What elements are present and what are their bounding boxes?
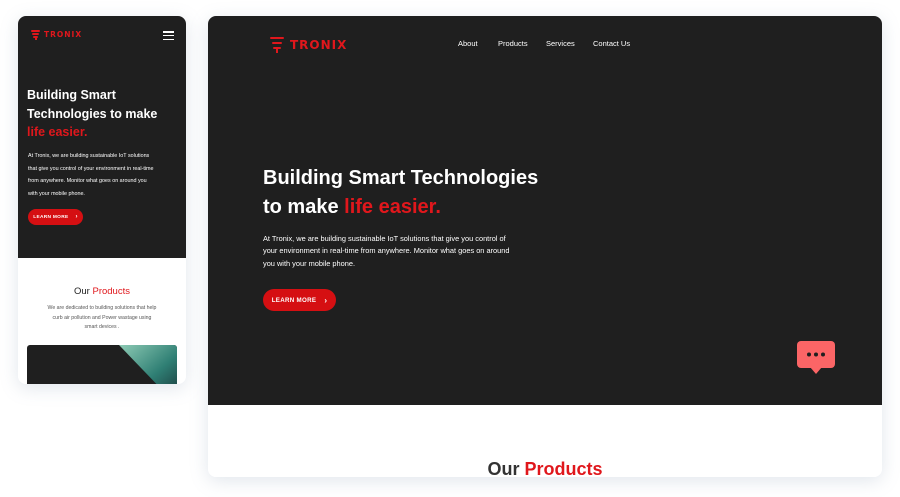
product-card-image[interactable] [27,345,177,384]
desktop-products-title: Our Products [487,459,603,477]
mobile-logo[interactable]: TRONIX [31,29,82,40]
product-card-graphic [119,345,177,384]
desktop-preview: TRONIX About Products Services Contact U… [208,16,882,477]
mobile-brand-name: TRONIX [44,30,83,39]
desktop-logo[interactable]: TRONIX [270,36,347,53]
mobile-hero-title: Building Smart Technologies to make life… [27,86,157,142]
nav-link-about[interactable]: About [458,39,478,48]
nav-link-products[interactable]: Products [498,39,528,48]
desktop-hero-section: TRONIX About Products Services Contact U… [208,16,882,405]
desktop-learn-more-button[interactable]: LEARN MORE › [263,289,336,311]
desktop-hero-highlight: life easier. [344,196,441,218]
desktop-brand-name: TRONIX [290,37,348,52]
mobile-hero-section: TRONIX Building Smart Technologies to ma… [18,16,186,258]
desktop-hero-title: Building Smart Technologies to make life… [263,167,539,218]
mobile-hero-highlight: life easier. [27,125,88,139]
chevron-right-icon: › [324,295,328,305]
hamburger-icon[interactable] [163,29,174,42]
mobile-preview: TRONIX Building Smart Technologies to ma… [18,16,186,384]
mobile-products-title: Our Products [74,286,130,297]
desktop-products-section: Our Products [208,405,882,477]
tronix-logo-icon [31,29,40,40]
chat-bubble-icon[interactable] [797,341,835,377]
mobile-products-description: We are dedicated to building solutions t… [47,305,157,331]
desktop-hero-description: At Tronix, we are building sustainable I… [263,234,510,268]
mobile-hero-description: At Tronix, we are building sustainable I… [28,153,154,197]
mobile-learn-more-button[interactable]: LEARN MORE › [28,209,83,225]
tronix-logo-icon [270,36,284,53]
nav-link-services[interactable]: Services [546,39,575,48]
nav-link-contact-us[interactable]: Contact Us [593,39,630,48]
chevron-right-icon: › [75,214,78,220]
mobile-products-section: Our Products We are dedicated to buildin… [18,258,186,384]
